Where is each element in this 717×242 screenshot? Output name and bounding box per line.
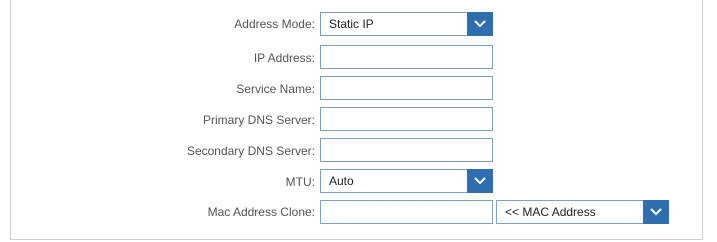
service-name-field[interactable] (320, 76, 493, 100)
chevron-down-icon[interactable] (467, 12, 493, 36)
chevron-down-icon[interactable] (643, 200, 669, 224)
mtu-value: Auto (329, 174, 354, 188)
mtu-label: MTU: (285, 175, 315, 189)
ip-address-label: IP Address: (253, 51, 315, 65)
address-mode-label: Address Mode: (234, 17, 315, 31)
mac-address-select[interactable]: << MAC Address (496, 200, 669, 224)
mac-address-select-value: << MAC Address (505, 205, 596, 219)
secondary-dns-field[interactable] (320, 138, 493, 162)
service-name-label: Service Name: (236, 82, 315, 96)
chevron-down-icon[interactable] (467, 169, 493, 193)
address-mode-value: Static IP (329, 17, 374, 31)
primary-dns-field[interactable] (320, 107, 493, 131)
secondary-dns-label: Secondary DNS Server: (186, 144, 315, 158)
mac-clone-field[interactable] (320, 200, 493, 224)
address-mode-select[interactable]: Static IP (320, 12, 493, 36)
mac-clone-label: Mac Address Clone: (207, 205, 315, 219)
ip-address-field[interactable] (320, 45, 493, 69)
primary-dns-label: Primary DNS Server: (202, 113, 315, 127)
mtu-select[interactable]: Auto (320, 169, 493, 193)
